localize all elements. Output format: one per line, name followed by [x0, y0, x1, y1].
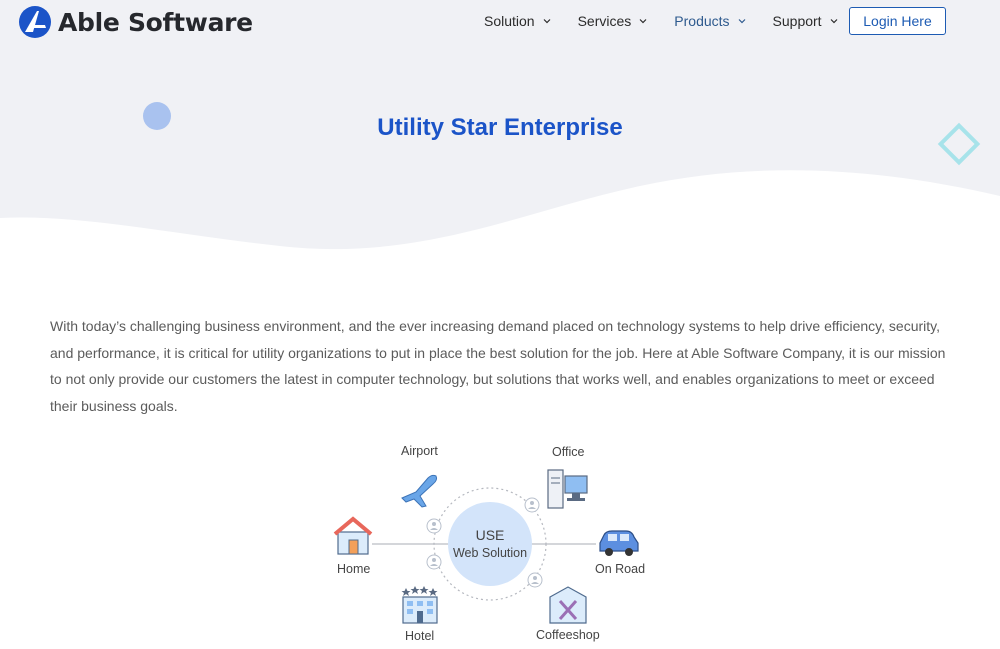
chevron-down-icon: [639, 19, 647, 24]
center-disc: [448, 502, 532, 586]
car-icon: [599, 530, 639, 556]
node-label-home: Home: [337, 562, 371, 576]
brand-name: Able Software: [58, 7, 253, 37]
coffeeshop-icon: [549, 586, 587, 624]
node-label-on-road: On Road: [595, 562, 646, 576]
node-label-office: Office: [552, 445, 585, 459]
nav-item-products[interactable]: Products: [674, 13, 746, 29]
diagram-graphics: USE Web Solution: [333, 469, 639, 624]
node-label-airport: Airport: [401, 444, 438, 458]
user-dot-icon: [426, 554, 442, 570]
center-label-web-solution: Web Solution: [453, 546, 527, 560]
main-nav: Solution Services Products Support: [484, 13, 865, 29]
login-button[interactable]: Login Here: [849, 7, 946, 35]
user-dot-icon: [426, 518, 442, 534]
chevron-down-icon: [830, 19, 838, 24]
page-title: Utility Star Enterprise: [377, 114, 623, 141]
nav-item-label: Products: [674, 13, 730, 29]
chevron-down-icon: [543, 19, 551, 24]
hotel-icon: [401, 586, 438, 624]
nav-item-services[interactable]: Services: [578, 13, 649, 29]
node-label-hotel: Hotel: [405, 629, 435, 643]
site-header: Able Software Solution Services Products…: [0, 0, 1000, 44]
nav-item-solution[interactable]: Solution: [484, 13, 552, 29]
brand-logo[interactable]: Able Software: [18, 4, 253, 40]
user-dot-icon: [527, 572, 543, 588]
chevron-down-icon: [738, 19, 745, 24]
nav-item-label: Support: [772, 13, 822, 29]
airplane-icon: [401, 474, 438, 508]
node-label-coffeeshop: Coffeeshop: [536, 628, 600, 642]
nav-item-label: Solution: [484, 13, 535, 29]
able-logo-icon: [19, 6, 51, 38]
nav-item-support[interactable]: Support: [773, 13, 839, 29]
home-icon: [333, 516, 373, 555]
office-computer-icon: [547, 469, 588, 509]
intro-paragraph: With today’s challenging business enviro…: [50, 318, 946, 415]
web-solution-diagram: USE Web Solution Airport Office Home On …: [320, 430, 670, 649]
nav-item-label: Services: [577, 13, 632, 29]
user-dot-icon: [524, 497, 540, 513]
center-label-use: USE: [476, 527, 505, 543]
